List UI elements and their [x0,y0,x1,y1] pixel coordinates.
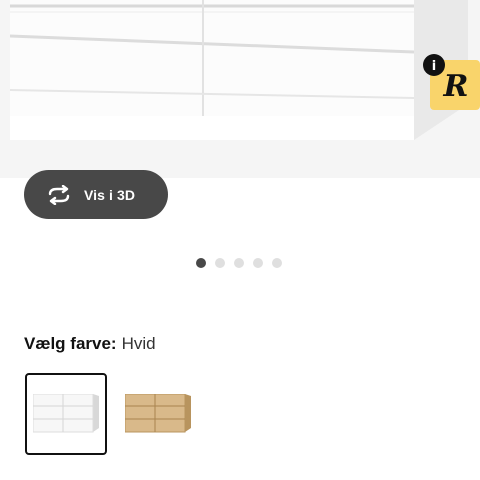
carousel-dot[interactable] [253,258,263,268]
product-image-viewer[interactable]: R i [0,0,480,178]
carousel-dot[interactable] [272,258,282,268]
carousel-dot[interactable] [196,258,206,268]
view-in-3d-label: Vis i 3D [84,186,136,203]
colour-option-white[interactable] [25,373,107,455]
white-dresser-thumbnail [33,394,99,433]
svg-text:i: i [432,59,436,74]
dresser-image [10,0,468,140]
colour-label: Vælg farve: [24,334,117,353]
carousel-dot[interactable] [234,258,244,268]
image-carousel-indicator [196,258,282,268]
rotate-3d-icon [46,184,72,205]
birch-dresser-thumbnail [125,394,191,433]
carousel-dot[interactable] [215,258,225,268]
retailer-badge[interactable]: R i [422,54,480,110]
colour-selector-heading: Vælg farve: Hvid [24,334,156,354]
colour-option-birch[interactable] [117,373,199,455]
svg-text:R: R [443,69,469,104]
retailer-logo-icon: R i [423,54,480,110]
view-in-3d-button[interactable]: Vis i 3D [24,170,168,219]
selected-colour-value: Hvid [121,334,156,353]
